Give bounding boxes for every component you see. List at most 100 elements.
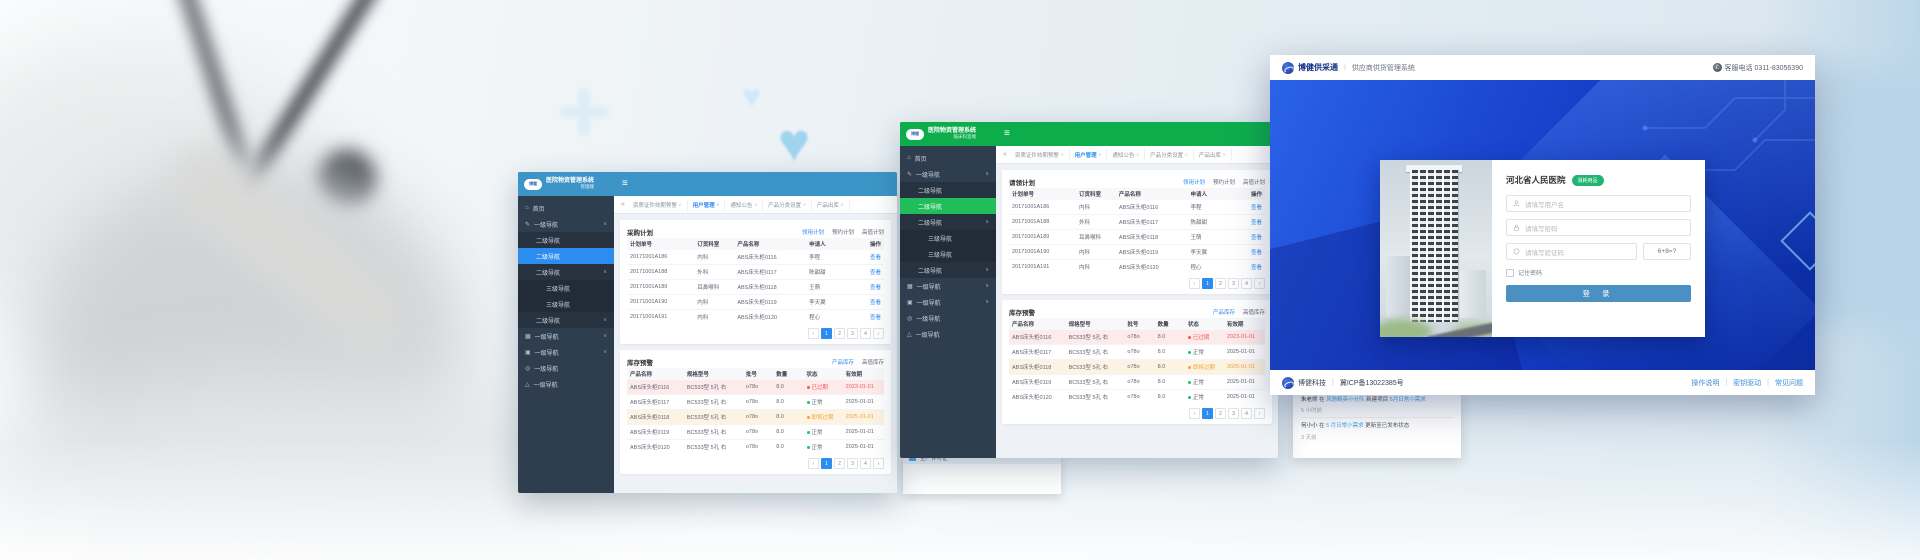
collapse-tabs-icon[interactable]: « xyxy=(1003,151,1007,158)
view-link[interactable]: 查看 xyxy=(1234,218,1265,226)
sidebar-item[interactable]: ✎一级导航∧ xyxy=(900,166,996,182)
sidebar-item[interactable]: 二级导航∧ xyxy=(518,264,614,280)
pagination-page[interactable]: 3 xyxy=(847,328,858,339)
pagination-page[interactable]: 2 xyxy=(1215,408,1226,419)
sidebar-item[interactable]: 三级导航 xyxy=(900,230,996,246)
card-link[interactable]: 高值库存 xyxy=(1243,308,1265,316)
card-link[interactable]: 产品库存 xyxy=(1213,308,1235,316)
feed-link[interactable]: 5 月日常小需求 xyxy=(1326,423,1364,429)
pagination-page[interactable]: 3 xyxy=(847,458,858,469)
sidebar-item[interactable]: △一级导航 xyxy=(900,326,996,342)
tab-资质证件效期预警[interactable]: 资质证件效期预警○ xyxy=(1010,149,1070,161)
feed-link[interactable]: 5月日常小需求 xyxy=(1390,397,1426,403)
tab-通知公告[interactable]: 通知公告○ xyxy=(1107,149,1145,161)
pagination-next[interactable]: › xyxy=(873,458,884,469)
tab-close-icon[interactable]: ○ xyxy=(679,202,682,207)
remember-password-option[interactable]: 记住密码 xyxy=(1506,268,1691,277)
card-link[interactable]: 高值库存 xyxy=(862,358,884,366)
username-field[interactable]: 请填写用户名 xyxy=(1506,195,1691,212)
tab-close-icon[interactable]: ○ xyxy=(1136,152,1139,157)
sidebar-item[interactable]: 二级导航 xyxy=(900,198,996,214)
collapse-tabs-icon[interactable]: « xyxy=(621,201,625,208)
footer-link[interactable]: 常见问题 xyxy=(1775,378,1803,388)
tab-close-icon[interactable]: ○ xyxy=(1185,152,1188,157)
pagination-page[interactable]: 1 xyxy=(821,328,832,339)
view-link[interactable]: 查看 xyxy=(853,268,884,276)
pagination-page[interactable]: 2 xyxy=(1215,278,1226,289)
pagination-prev[interactable]: ‹ xyxy=(1189,408,1200,419)
tab-close-icon[interactable]: ○ xyxy=(1061,152,1064,157)
sidebar-item[interactable]: 三级导航 xyxy=(518,280,614,296)
pagination-next[interactable]: › xyxy=(1254,408,1265,419)
tab-close-icon[interactable]: ○ xyxy=(803,202,806,207)
tab-close-icon[interactable]: ○ xyxy=(754,202,757,207)
tab-产品分类设置[interactable]: 产品分类设置○ xyxy=(1145,149,1194,161)
remember-checkbox[interactable] xyxy=(1506,269,1514,277)
card-link[interactable]: 预约计划 xyxy=(1213,178,1235,186)
view-link[interactable]: 查看 xyxy=(853,298,884,306)
card-link[interactable]: 高值计划 xyxy=(862,228,884,236)
tab-资质证件效期预警[interactable]: 资质证件效期预警○ xyxy=(628,199,688,211)
sidebar-item[interactable]: 三级导航 xyxy=(900,246,996,262)
view-link[interactable]: 查看 xyxy=(1234,248,1265,256)
sidebar-item[interactable]: 二级导航∨ xyxy=(900,262,996,278)
pagination-page[interactable]: 4 xyxy=(860,458,871,469)
pagination-prev[interactable]: ‹ xyxy=(808,458,819,469)
sidebar-item[interactable]: ▦一级导航∨ xyxy=(900,278,996,294)
footer-link[interactable]: 密钥驱动 xyxy=(1733,378,1761,388)
sidebar-item[interactable]: 二级导航 xyxy=(518,248,614,264)
feed-item[interactable]: 朱老师 在 风驰精英小分队 新建项目 5月日常小需求5 小时前 xyxy=(1301,392,1453,418)
tab-产品出库[interactable]: 产品出库○ xyxy=(812,199,850,211)
menu-toggle-icon[interactable]: ≡ xyxy=(622,179,628,189)
sidebar-item[interactable]: ▦一级导航∨ xyxy=(518,328,614,344)
card-link[interactable]: 产品库存 xyxy=(832,358,854,366)
login-button[interactable]: 登 录 xyxy=(1506,285,1691,302)
sidebar-item[interactable]: ⌂首页 xyxy=(900,150,996,166)
pagination-page[interactable]: 4 xyxy=(1241,408,1252,419)
sidebar-item[interactable]: 二级导航 xyxy=(518,232,614,248)
sidebar-item[interactable]: △一级导航 xyxy=(518,376,614,392)
pagination-page[interactable]: 1 xyxy=(1202,278,1213,289)
tab-产品分类设置[interactable]: 产品分类设置○ xyxy=(763,199,812,211)
tab-通知公告[interactable]: 通知公告○ xyxy=(725,199,763,211)
tab-产品出库[interactable]: 产品出库○ xyxy=(1194,149,1232,161)
tab-close-icon[interactable]: ○ xyxy=(841,202,844,207)
sidebar-item[interactable]: ▣一级导航∨ xyxy=(518,344,614,360)
pagination-prev[interactable]: ‹ xyxy=(808,328,819,339)
feed-link[interactable]: 风驰精英小分队 xyxy=(1326,397,1365,403)
sidebar-item[interactable]: ⌂首页 xyxy=(518,200,614,216)
pagination-page[interactable]: 4 xyxy=(860,328,871,339)
sidebar-item[interactable]: ✎一级导航∧ xyxy=(518,216,614,232)
sidebar-item[interactable]: 二级导航 xyxy=(900,182,996,198)
tab-用户管理[interactable]: 用户管理○ xyxy=(1070,149,1108,161)
card-link[interactable]: 领用计划 xyxy=(1183,178,1205,186)
sidebar-item[interactable]: 二级导航∨ xyxy=(518,312,614,328)
sidebar-item[interactable]: 二级导航∧ xyxy=(900,214,996,230)
tab-close-icon[interactable]: ○ xyxy=(1099,152,1102,157)
sidebar-item[interactable]: ◎一级导航 xyxy=(900,310,996,326)
sidebar-item[interactable]: ◎一级导航 xyxy=(518,360,614,376)
view-link[interactable]: 查看 xyxy=(1234,233,1265,241)
view-link[interactable]: 查看 xyxy=(1234,263,1265,271)
pagination-page[interactable]: 3 xyxy=(1228,408,1239,419)
pagination-prev[interactable]: ‹ xyxy=(1189,278,1200,289)
password-field[interactable]: 请填写密码 xyxy=(1506,219,1691,236)
footer-link[interactable]: 操作说明 xyxy=(1691,378,1719,388)
view-link[interactable]: 查看 xyxy=(853,283,884,291)
captcha-image[interactable]: 6+8=? xyxy=(1643,243,1691,260)
card-link[interactable]: 预约计划 xyxy=(832,228,854,236)
menu-toggle-icon[interactable]: ≡ xyxy=(1004,129,1010,139)
sidebar-item[interactable]: ▣一级导航∨ xyxy=(900,294,996,310)
pagination-page[interactable]: 1 xyxy=(1202,408,1213,419)
pagination-page[interactable]: 2 xyxy=(834,458,845,469)
feed-item[interactable]: 何小小 在 5 月日常小需求 更新至已发布状态3 天前 xyxy=(1301,418,1453,443)
pagination-page[interactable]: 1 xyxy=(821,458,832,469)
pagination-page[interactable]: 2 xyxy=(834,328,845,339)
view-link[interactable]: 查看 xyxy=(1234,203,1265,211)
pagination-page[interactable]: 4 xyxy=(1241,278,1252,289)
card-link[interactable]: 领用计划 xyxy=(802,228,824,236)
captcha-field[interactable]: 请填写验证码 xyxy=(1506,243,1637,260)
view-link[interactable]: 查看 xyxy=(853,253,884,261)
tab-close-icon[interactable]: ○ xyxy=(1223,152,1226,157)
tab-用户管理[interactable]: 用户管理○ xyxy=(688,199,726,211)
